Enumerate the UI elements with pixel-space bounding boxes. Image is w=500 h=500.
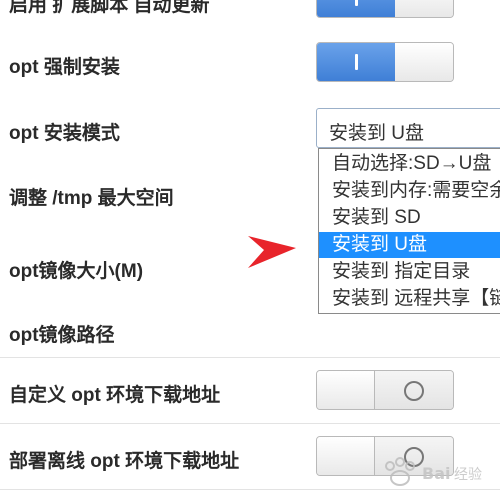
label-opt-install-mode: opt 安装模式 [9, 123, 120, 144]
svg-text:Bai: Bai [422, 464, 450, 483]
label-tmp-max-space: 调整 /tmp 最大空间 [9, 188, 174, 209]
custom-opt-download-toggle[interactable] [316, 370, 454, 410]
baidu-jingyan-logo: Bai 经验 [385, 457, 482, 486]
opt-force-install-toggle[interactable] [316, 42, 454, 82]
red-arrow-icon [248, 236, 296, 268]
install-mode-select[interactable]: 安装到 U盘 [316, 108, 500, 148]
label-opt-force-install: opt 强制安装 [9, 57, 120, 78]
dropdown-option[interactable]: 自动选择:SD→U盘 [319, 151, 500, 177]
dropdown-option[interactable]: 安装到 SD [319, 205, 500, 231]
label-auto-update: 启用 扩展脚本 自动更新 [9, 0, 210, 16]
divider [0, 423, 500, 424]
divider [0, 357, 500, 358]
dropdown-option[interactable]: 安装到 指定目录 [319, 259, 500, 285]
install-mode-selected-value: 安装到 U盘 [329, 123, 425, 144]
label-offline-opt-download: 部署离线 opt 环境下载地址 [9, 451, 240, 472]
toggle-off-circle-icon [404, 381, 424, 401]
svg-text:经验: 经验 [454, 467, 482, 483]
dropdown-option[interactable]: 安装到 远程共享【链接 [319, 286, 500, 312]
label-opt-image-path: opt镜像路径 [9, 325, 115, 346]
install-mode-dropdown[interactable]: 自动选择:SD→U盘 安装到内存:需要空余 安装到 SD 安装到 U盘 安装到 … [318, 148, 500, 314]
label-opt-image-size: opt镜像大小(M) [9, 261, 144, 282]
auto-update-toggle[interactable] [316, 0, 454, 18]
label-custom-opt-download: 自定义 opt 环境下载地址 [9, 385, 221, 406]
dropdown-option-highlighted[interactable]: 安装到 U盘 [319, 232, 500, 258]
dropdown-option[interactable]: 安装到内存:需要空余 [319, 178, 500, 204]
